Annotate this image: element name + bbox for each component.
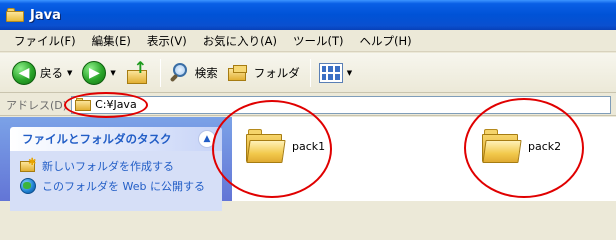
back-arrow-icon: ◀ — [12, 60, 36, 85]
folder-icon — [482, 129, 522, 163]
menu-help[interactable]: ヘルプ(H) — [352, 31, 420, 51]
toolbar-separator — [159, 58, 161, 87]
task-publish-web[interactable]: このフォルダを Web に公開する — [20, 177, 212, 195]
toolbar: ◀ 戻る ▼ ▶ ▼ ↑ 検索 フォルダ ▼ — [0, 53, 616, 93]
search-label: 検索 — [194, 65, 218, 80]
menu-tools[interactable]: ツール(T) — [285, 31, 352, 51]
menu-file[interactable]: ファイル(F) — [6, 31, 84, 51]
folders-label: フォルダ — [253, 65, 300, 80]
file-name: pack1 — [292, 139, 326, 153]
task-pane-title: ファイルとフォルダのタスク — [22, 132, 172, 146]
address-label: アドレス(D) — [6, 98, 68, 112]
globe-icon — [20, 178, 36, 194]
task-publish-web-label[interactable]: このフォルダを Web に公開する — [42, 178, 205, 194]
menu-edit[interactable]: 編集(E) — [84, 31, 139, 51]
task-pane-body: ✱ 新しいフォルダを作成する このフォルダを Web に公開する — [10, 151, 222, 211]
address-value[interactable]: C:¥Java — [95, 98, 137, 111]
up-folder-icon: ↑ — [126, 59, 150, 86]
folder-icon — [75, 98, 92, 111]
menu-favorites[interactable]: お気に入り(A) — [195, 31, 285, 51]
folder-icon — [246, 129, 286, 163]
views-dropdown-icon[interactable]: ▼ — [347, 69, 352, 77]
list-item[interactable]: pack2 — [482, 129, 561, 163]
forward-button[interactable]: ▶ ▼ — [78, 57, 119, 89]
task-pane-header[interactable]: ファイルとフォルダのタスク ▲ — [10, 127, 222, 151]
window-title: Java — [30, 7, 61, 23]
menu-view[interactable]: 表示(V) — [139, 31, 195, 51]
views-button[interactable]: ▼ — [315, 57, 356, 89]
new-folder-icon: ✱ — [20, 157, 36, 174]
task-new-folder-label[interactable]: 新しいフォルダを作成する — [42, 158, 174, 174]
search-button[interactable]: 検索 — [165, 57, 222, 89]
search-icon — [169, 62, 191, 84]
address-bar: アドレス(D) C:¥Java — [0, 94, 616, 116]
views-icon — [318, 62, 343, 83]
address-field[interactable]: C:¥Java — [71, 95, 612, 114]
forward-arrow-icon: ▶ — [82, 60, 107, 85]
collapse-chevron-icon[interactable]: ▲ — [198, 130, 216, 148]
folders-icon — [227, 63, 250, 83]
title-bar: Java — [0, 0, 616, 30]
toolbar-separator — [309, 58, 311, 87]
file-name: pack2 — [528, 139, 562, 153]
back-button[interactable]: ◀ 戻る ▼ — [8, 57, 76, 89]
list-item[interactable]: pack1 — [246, 129, 325, 163]
folders-button[interactable]: フォルダ — [224, 57, 304, 89]
task-pane: ファイルとフォルダのタスク ▲ ✱ 新しいフォルダを作成する このフォルダを W… — [0, 117, 232, 211]
back-label: 戻る — [40, 65, 63, 80]
up-folder-button[interactable]: ↑ — [122, 57, 154, 89]
folder-icon — [6, 8, 24, 22]
file-list: pack1 pack2 — [232, 117, 616, 201]
back-dropdown-icon[interactable]: ▼ — [67, 69, 72, 77]
menu-bar: ファイル(F) 編集(E) 表示(V) お気に入り(A) ツール(T) ヘルプ(… — [0, 30, 616, 52]
task-new-folder[interactable]: ✱ 新しいフォルダを作成する — [20, 157, 212, 175]
forward-dropdown-icon[interactable]: ▼ — [110, 69, 115, 77]
